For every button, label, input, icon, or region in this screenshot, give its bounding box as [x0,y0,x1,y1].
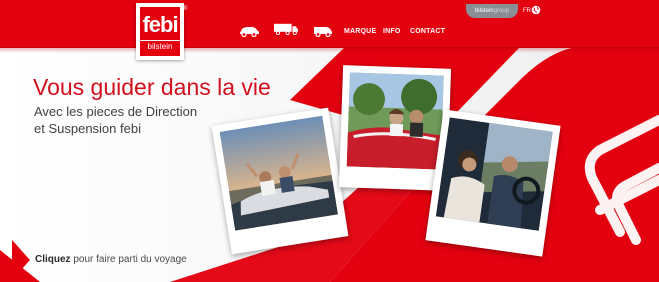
logo-subtitle: bilstein [140,40,180,52]
play-arrow-icon[interactable] [12,240,30,280]
nav-link-marque[interactable]: MARQUE [344,28,376,35]
nav-shadow [0,47,659,53]
photo-road-trip [435,117,553,231]
photo-convertible-friends [219,115,338,231]
van-icon[interactable] [313,25,333,37]
logo-wordmark: febi [142,12,178,37]
hero-subline-2: et Suspension febi [34,121,141,136]
nav-link-info[interactable]: INFO [383,28,401,35]
globe-icon[interactable] [531,5,541,15]
photo-polaroid-3 [425,109,561,257]
group-brand: bilstein [474,8,494,14]
car-icon[interactable] [238,25,260,37]
nav-link-contact[interactable]: CONTACT [410,28,445,35]
language-selector[interactable]: FR [523,8,531,14]
bilstein-group-link[interactable]: bilsteingroup [466,4,518,18]
logo-red-block: febi bilstein [140,7,180,56]
registered-mark: ® [183,6,188,12]
photo-polaroid-1 [211,107,349,255]
photo-couple-car [346,72,444,170]
hero-banner: febi bilstein ® MARQUE INFO CONTACT bils… [0,0,659,282]
febi-logo[interactable]: febi bilstein [136,3,184,60]
hero-headline: Vous guider dans la vie [33,74,271,100]
truck-icon[interactable] [270,23,302,35]
hero-subline-1: Avec les pieces de Direction [34,104,198,119]
cta-strong: Cliquez [35,254,71,265]
cta-link[interactable]: Cliquez pour faire parti du voyage [35,254,187,265]
group-suffix: group [493,8,510,14]
cta-text: pour faire parti du voyage [70,254,187,265]
top-nav-bar [0,0,659,48]
